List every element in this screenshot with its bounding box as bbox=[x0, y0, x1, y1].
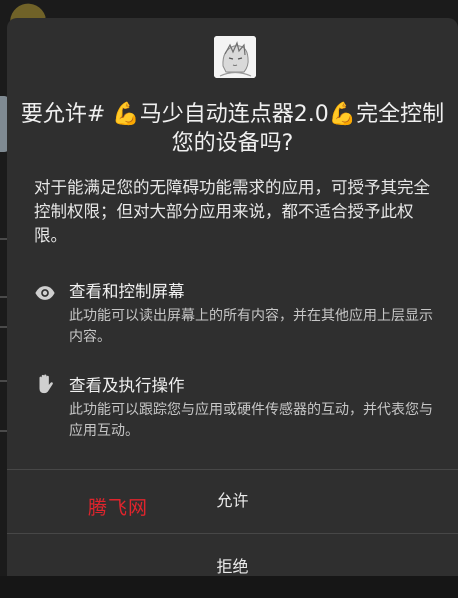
background-decoration bbox=[0, 296, 7, 298]
background-decoration bbox=[0, 430, 7, 432]
permission-description-view-control-screen: 此功能可以读出屏幕上的所有内容，并在其他应用上层显示内容。 bbox=[69, 308, 433, 345]
deny-button[interactable]: 拒绝 bbox=[7, 536, 458, 598]
accessibility-permission-dialog: 要允许# 💪马少自动连点器2.0💪完全控制您的设备吗? 对于能满足您的无障碍功能… bbox=[7, 18, 458, 576]
background-decoration bbox=[0, 238, 7, 240]
background-decoration bbox=[0, 326, 7, 328]
dialog-title: 要允许# 💪马少自动连点器2.0💪完全控制您的设备吗? bbox=[20, 102, 445, 156]
divider bbox=[7, 533, 458, 534]
watermark-text: 腾飞网 bbox=[88, 497, 149, 519]
allow-button[interactable]: 允许 bbox=[7, 470, 458, 532]
permission-title-view-perform-actions: 查看及执行操作 bbox=[69, 376, 185, 395]
permission-description-view-perform-actions: 此功能可以跟踪您与应用或硬件传感器的互动，并代表您与应用互动。 bbox=[69, 402, 433, 439]
dialog-description: 对于能满足您的无障碍功能需求的应用，可授予其完全控制权限；但对大部分应用来说，都… bbox=[34, 178, 430, 245]
app-avatar-icon bbox=[214, 36, 256, 78]
hand-icon bbox=[34, 373, 56, 395]
eye-icon bbox=[34, 282, 56, 304]
background-decoration bbox=[0, 380, 7, 382]
permission-title-view-control-screen: 查看和控制屏幕 bbox=[69, 282, 185, 301]
